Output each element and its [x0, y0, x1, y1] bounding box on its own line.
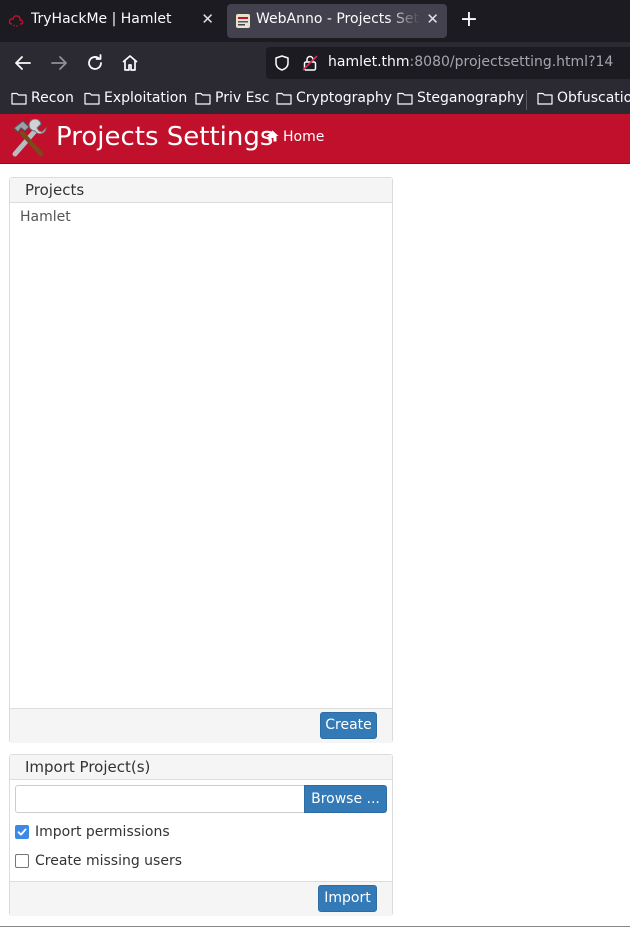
import-heading-label: Import Project(s): [25, 758, 151, 776]
app-header: Projects Settings Home: [0, 114, 630, 164]
back-button[interactable]: [11, 51, 35, 75]
project-list: Hamlet: [20, 209, 71, 226]
checkmark-icon: [17, 828, 27, 836]
browser-tab-tryhackme[interactable]: TryHackMe | Hamlet ✕: [0, 4, 222, 38]
page-bottom-divider: [0, 926, 630, 927]
bookmark-label: Recon: [31, 90, 74, 106]
projects-heading-label: Projects: [25, 181, 85, 199]
import-project-panel: Import Project(s) Browse ... Import perm…: [9, 754, 393, 916]
home-button[interactable]: [118, 51, 142, 75]
projects-panel: Projects Hamlet Create: [9, 177, 393, 743]
forward-button[interactable]: [47, 51, 71, 75]
tab-title: TryHackMe | Hamlet: [31, 11, 172, 27]
url-host: hamlet.thm: [328, 54, 410, 70]
bookmark-label: Priv Esc: [215, 90, 270, 106]
forward-arrow-icon: [51, 56, 67, 70]
import-permissions-checkbox[interactable]: [15, 825, 29, 839]
import-button[interactable]: Import: [318, 885, 377, 912]
create-missing-users-label: Create missing users: [35, 853, 183, 869]
home-icon: [122, 55, 138, 71]
tryhackme-favicon-icon: [8, 15, 24, 27]
home-link[interactable]: Home: [266, 129, 324, 145]
new-tab-icon[interactable]: +: [458, 7, 480, 33]
folder-icon: [397, 92, 413, 105]
page-title: Projects Settings: [56, 122, 274, 152]
insecure-lock-icon[interactable]: [301, 54, 319, 72]
url-path: :8080/projectsetting.html?14: [409, 54, 614, 70]
back-arrow-icon: [15, 56, 31, 70]
close-tab-icon[interactable]: ✕: [201, 10, 214, 28]
webanno-favicon-icon: [236, 14, 250, 28]
home-icon: [266, 130, 279, 142]
create-missing-users-checkbox[interactable]: [15, 854, 29, 868]
import-panel-footer: Import: [10, 881, 392, 916]
bookmarks-bar: Recon Exploitation Priv Esc Cryptography…: [0, 84, 630, 114]
file-path-input[interactable]: [15, 785, 305, 813]
reload-icon: [88, 54, 102, 70]
bookmark-label: Cryptography: [296, 90, 393, 106]
close-tab-icon[interactable]: ✕: [426, 10, 439, 28]
folder-icon: [195, 92, 211, 105]
folder-icon: [11, 92, 27, 105]
address-bar[interactable]: hamlet.thm:8080/projectsetting.html?14: [266, 47, 630, 79]
browser-tab-bar: TryHackMe | Hamlet ✕ WebAnno - Projects …: [0, 0, 630, 42]
create-project-button[interactable]: Create: [320, 712, 377, 739]
bookmark-label: Exploitation: [104, 90, 188, 106]
bookmark-label: Steganography: [417, 90, 525, 106]
folder-icon: [537, 92, 553, 105]
tab-title: WebAnno - Projects Settings: [256, 11, 420, 27]
folder-icon: [276, 92, 292, 105]
home-link-label: Home: [283, 129, 325, 145]
import-permissions-label: Import permissions: [35, 824, 170, 840]
url-text: hamlet.thm:8080/projectsetting.html?14: [328, 54, 613, 70]
reload-button[interactable]: [83, 51, 107, 75]
project-item-hamlet[interactable]: Hamlet: [20, 209, 71, 226]
browser-nav-bar: hamlet.thm:8080/projectsetting.html?14: [0, 42, 630, 84]
import-panel-heading: Import Project(s): [10, 755, 392, 780]
bookmark-obfuscation[interactable]: Obfuscation: [537, 89, 630, 109]
browser-tab-webanno[interactable]: WebAnno - Projects Settings ✕: [227, 4, 447, 38]
bookmarks-separator: [526, 90, 527, 110]
projects-panel-footer: Create: [10, 708, 392, 743]
folder-icon: [84, 92, 100, 105]
bookmark-label: Obfuscation: [557, 90, 630, 106]
tools-logo-icon: [12, 119, 47, 157]
tracking-shield-icon[interactable]: [273, 54, 291, 72]
projects-panel-heading: Projects: [10, 178, 392, 203]
browse-button[interactable]: Browse ...: [304, 785, 387, 813]
